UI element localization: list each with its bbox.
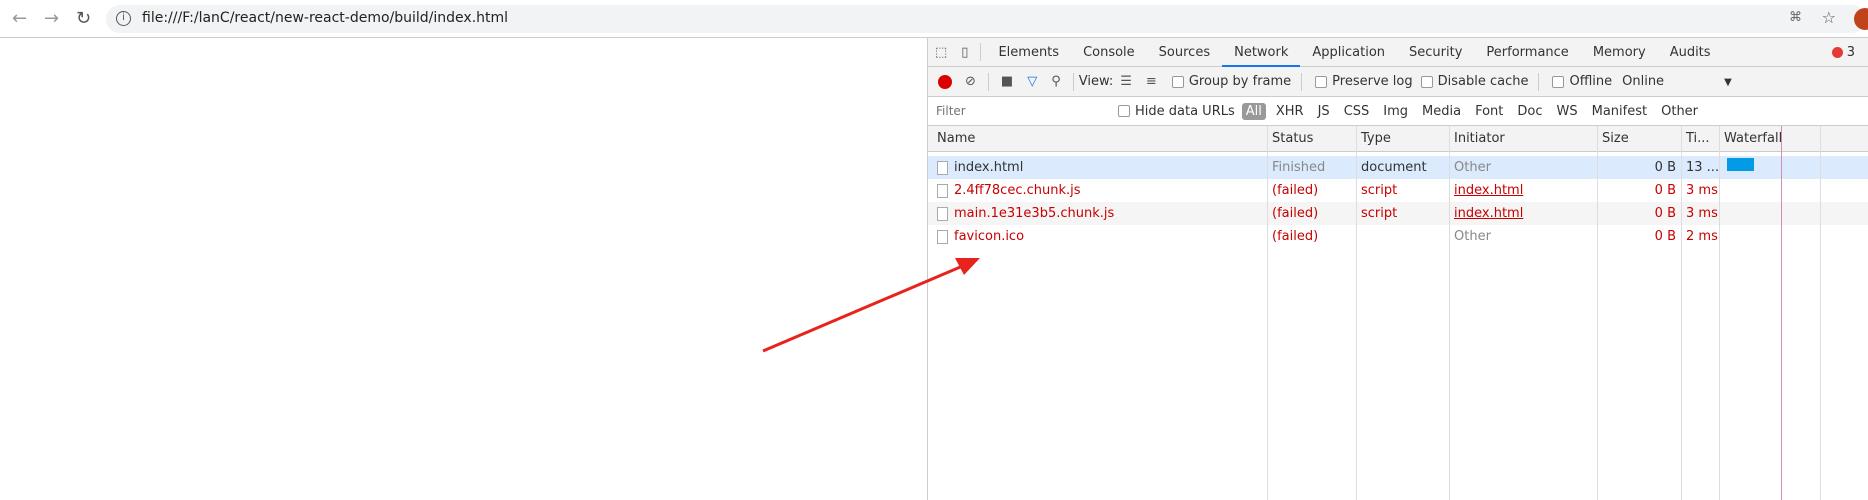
- red-arrow-annotation: [762, 258, 980, 353]
